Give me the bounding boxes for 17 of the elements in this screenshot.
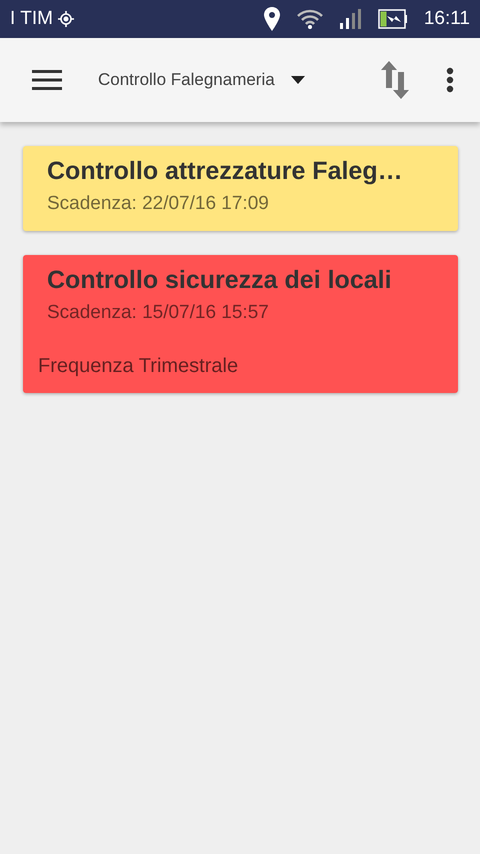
more-options-icon — [446, 67, 454, 93]
task-title: Controllo attrezzature Faleg… — [47, 156, 404, 186]
due-date: Scadenza: 15/07/16 15:57 — [47, 300, 270, 324]
location-icon — [56, 10, 75, 28]
frequency-label: Frequenza Trimestrale — [38, 354, 240, 379]
task-title: Controllo sicurezza dei locali — [47, 264, 393, 294]
caret-icon — [290, 76, 305, 84]
due-date: Scadenza: 22/07/16 17:09 — [47, 192, 270, 216]
map-pin-icon — [264, 7, 280, 31]
signal-icon — [340, 9, 362, 29]
carrier-name: I TIM — [10, 6, 53, 31]
battery-icon — [378, 9, 408, 29]
task-card[interactable]: Controllo attrezzature Faleg… Scadenza: 22/07/16 17:09 — [23, 146, 458, 230]
clock-time: 16:11 — [424, 6, 470, 31]
wifi-icon — [296, 9, 324, 29]
task-card[interactable]: Controllo sicurezza dei locali Scadenza: 15/07/16 15:57 Frequenza Trimestrale — [23, 254, 458, 393]
project-dropdown[interactable]: Controllo Falegnameria — [92, 70, 311, 90]
